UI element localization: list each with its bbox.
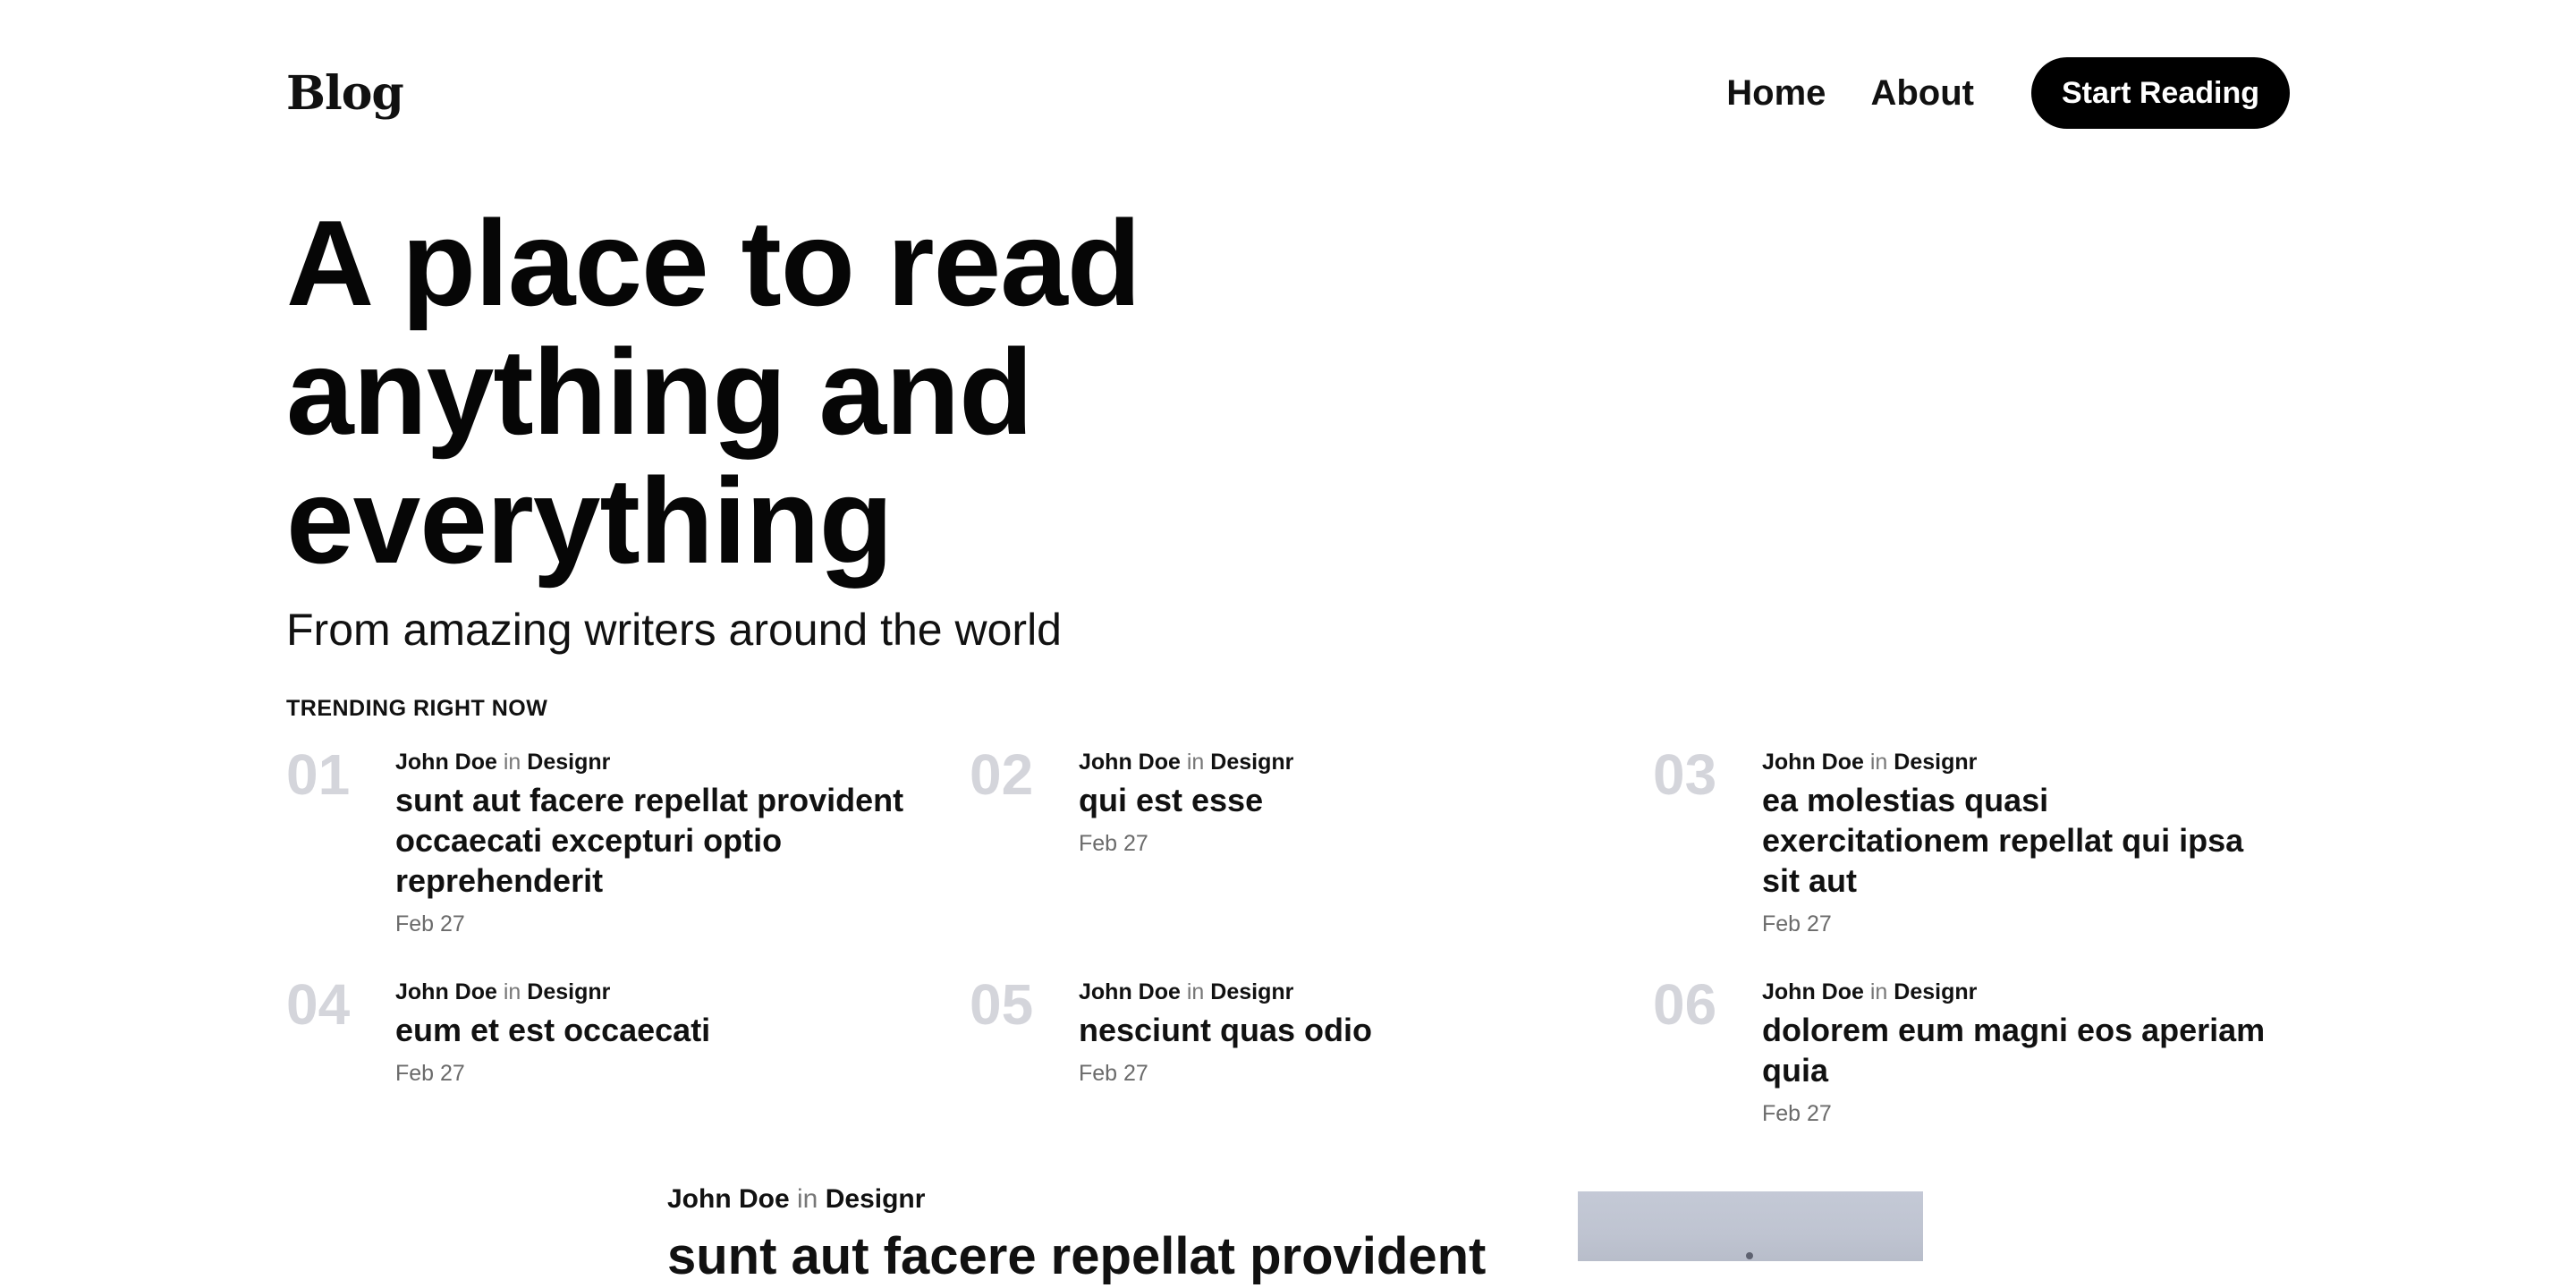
brand-logo[interactable]: Blog bbox=[286, 66, 404, 121]
post-date: Feb 27 bbox=[395, 1061, 465, 1086]
post-date: Feb 27 bbox=[395, 911, 465, 936]
post-meta: John Doe in Designr bbox=[395, 746, 961, 778]
author-name[interactable]: John Doe bbox=[667, 1184, 790, 1214]
hero-subtitle: From amazing writers around the world bbox=[286, 605, 1062, 655]
trending-list: 01 John Doe in Designr sunt aut facere r… bbox=[286, 742, 2290, 1130]
trending-number: 06 bbox=[1653, 972, 1717, 1037]
trending-number: 04 bbox=[286, 972, 351, 1037]
publication-name[interactable]: Designr bbox=[1894, 750, 1977, 775]
meta-separator: in bbox=[1869, 750, 1888, 775]
publication-name[interactable]: Designr bbox=[1894, 979, 1977, 1004]
featured-post-image[interactable] bbox=[1578, 1191, 1923, 1261]
post-title[interactable]: dolorem eum magni eos aperiam quia bbox=[1762, 1010, 2281, 1090]
meta-separator: in bbox=[503, 979, 521, 1004]
trending-number: 01 bbox=[286, 742, 351, 807]
nav-about-link[interactable]: About bbox=[1870, 73, 1974, 114]
trending-item[interactable]: 04 John Doe in Designr eum et est occaec… bbox=[286, 972, 970, 1130]
featured-post-title[interactable]: sunt aut facere repellat provident bbox=[667, 1225, 1553, 1288]
post-meta: John Doe in Designr bbox=[395, 976, 961, 1008]
trending-number: 05 bbox=[970, 972, 1034, 1037]
post-meta: John Doe in Designr bbox=[1079, 746, 1644, 778]
post-meta: John Doe in Designr bbox=[1762, 746, 2281, 778]
meta-separator: in bbox=[1186, 750, 1205, 775]
trending-body: John Doe in Designr dolorem eum magni eo… bbox=[1762, 976, 2290, 1130]
trending-body: John Doe in Designr sunt aut facere repe… bbox=[395, 746, 970, 940]
trending-number: 03 bbox=[1653, 742, 1717, 807]
trending-item[interactable]: 05 John Doe in Designr nesciunt quas odi… bbox=[970, 972, 1653, 1130]
nav-home-link[interactable]: Home bbox=[1726, 73, 1826, 114]
site-header: Blog Home About Start Reading bbox=[286, 57, 2290, 129]
author-name[interactable]: John Doe bbox=[1762, 750, 1864, 775]
trending-body: John Doe in Designr eum et est occaecati… bbox=[395, 976, 970, 1089]
featured-post[interactable]: John Doe in Designr sunt aut facere repe… bbox=[667, 1181, 1553, 1288]
author-name[interactable]: John Doe bbox=[1079, 979, 1181, 1004]
post-title[interactable]: sunt aut facere repellat provident occae… bbox=[395, 780, 961, 901]
post-date: Feb 27 bbox=[1762, 911, 1832, 936]
meta-separator: in bbox=[1869, 979, 1888, 1004]
trending-body: John Doe in Designr nesciunt quas odio F… bbox=[1079, 976, 1653, 1089]
post-title[interactable]: eum et est occaecati bbox=[395, 1010, 961, 1050]
trending-item[interactable]: 06 John Doe in Designr dolorem eum magni… bbox=[1653, 972, 2290, 1130]
trending-body: John Doe in Designr qui est esse Feb 27 bbox=[1079, 746, 1653, 860]
post-title[interactable]: nesciunt quas odio bbox=[1079, 1010, 1644, 1050]
publication-name[interactable]: Designr bbox=[527, 979, 610, 1004]
trending-label: TRENDING RIGHT NOW bbox=[286, 696, 548, 721]
main-nav: Home About Start Reading bbox=[1726, 57, 2290, 129]
post-meta: John Doe in Designr bbox=[667, 1181, 1553, 1218]
post-title[interactable]: qui est esse bbox=[1079, 780, 1644, 820]
trending-body: John Doe in Designr ea molestias quasi e… bbox=[1762, 746, 2290, 940]
post-date: Feb 27 bbox=[1762, 1101, 1832, 1126]
author-name[interactable]: John Doe bbox=[1079, 750, 1181, 775]
post-title[interactable]: ea molestias quasi exercitationem repell… bbox=[1762, 780, 2281, 901]
trending-number: 02 bbox=[970, 742, 1034, 807]
image-detail bbox=[1746, 1252, 1753, 1259]
publication-name[interactable]: Designr bbox=[527, 750, 610, 775]
publication-name[interactable]: Designr bbox=[1210, 979, 1293, 1004]
author-name[interactable]: John Doe bbox=[395, 750, 497, 775]
meta-separator: in bbox=[1186, 979, 1205, 1004]
hero-title: A place to read anything and everything bbox=[286, 195, 1141, 589]
post-date: Feb 27 bbox=[1079, 831, 1148, 856]
meta-separator: in bbox=[503, 750, 521, 775]
start-reading-button[interactable]: Start Reading bbox=[2030, 57, 2290, 129]
author-name[interactable]: John Doe bbox=[1762, 979, 1864, 1004]
post-date: Feb 27 bbox=[1079, 1061, 1148, 1086]
meta-separator: in bbox=[797, 1184, 818, 1214]
post-meta: John Doe in Designr bbox=[1079, 976, 1644, 1008]
author-name[interactable]: John Doe bbox=[395, 979, 497, 1004]
post-meta: John Doe in Designr bbox=[1762, 976, 2281, 1008]
trending-item[interactable]: 03 John Doe in Designr ea molestias quas… bbox=[1653, 742, 2290, 940]
publication-name[interactable]: Designr bbox=[826, 1184, 926, 1214]
publication-name[interactable]: Designr bbox=[1210, 750, 1293, 775]
trending-item[interactable]: 01 John Doe in Designr sunt aut facere r… bbox=[286, 742, 970, 940]
trending-item[interactable]: 02 John Doe in Designr qui est esse Feb … bbox=[970, 742, 1653, 940]
